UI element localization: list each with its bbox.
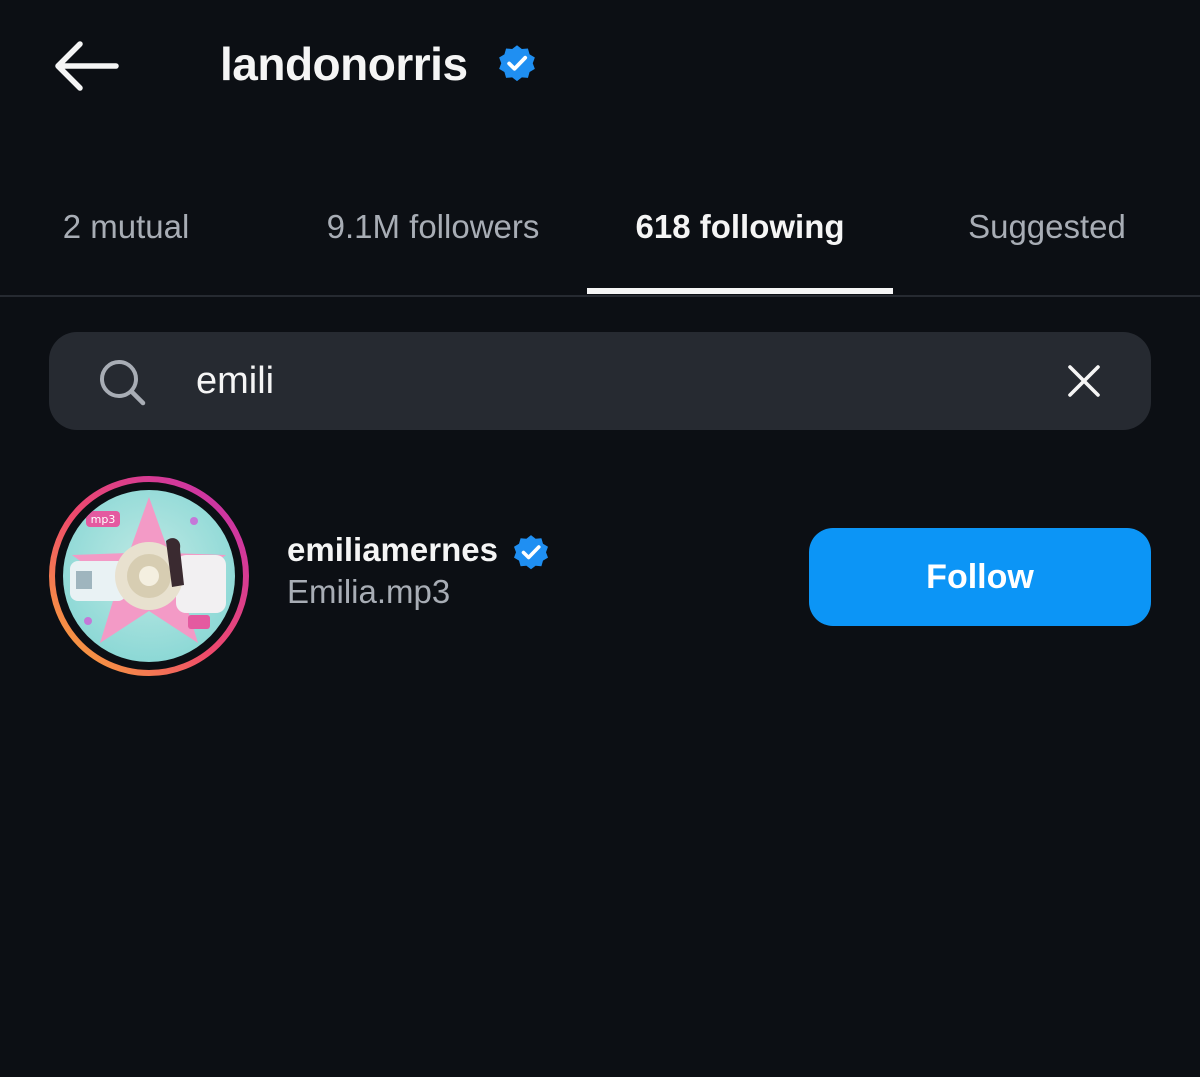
verified-badge-icon xyxy=(499,45,535,82)
search-icon xyxy=(100,360,146,406)
tab-following[interactable]: 618 following xyxy=(587,160,893,294)
clear-search-button[interactable] xyxy=(1058,355,1110,407)
top-bar: landonorris xyxy=(0,0,1200,130)
tab-suggested[interactable]: Suggested xyxy=(940,160,1154,294)
arrow-left-icon xyxy=(55,41,119,91)
result-username[interactable]: emiliamernes xyxy=(287,530,498,570)
tabs-divider xyxy=(0,295,1200,297)
tab-mutual[interactable]: 2 mutual xyxy=(20,160,232,294)
follow-button[interactable]: Follow xyxy=(809,528,1151,626)
back-button[interactable] xyxy=(44,34,124,98)
profile-title: landonorris xyxy=(220,38,468,90)
active-tab-indicator xyxy=(587,288,893,294)
tab-followers[interactable]: 9.1M followers xyxy=(280,160,586,294)
avatar[interactable]: mp3 xyxy=(48,475,250,677)
close-icon xyxy=(1068,365,1100,397)
search-input[interactable] xyxy=(196,352,1016,410)
verified-badge-icon xyxy=(514,535,548,570)
result-full-name: Emilia.mp3 xyxy=(287,573,451,610)
tab-bar: 2 mutual 9.1M followers 618 following Su… xyxy=(0,160,1200,296)
avatar-label: mp3 xyxy=(91,513,116,526)
